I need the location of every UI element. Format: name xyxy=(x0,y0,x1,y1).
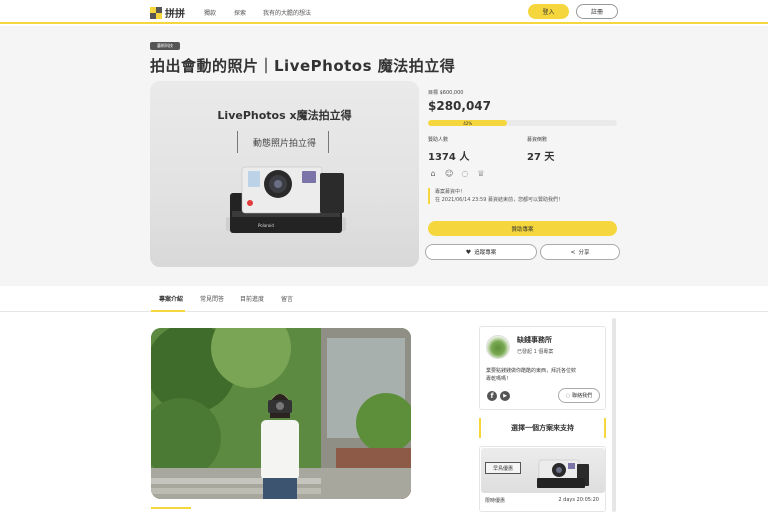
share-button[interactable]: < 分享 xyxy=(540,244,620,260)
youtube-icon[interactable]: ▶ xyxy=(500,391,510,401)
heart-icon: ♥ xyxy=(465,248,472,256)
funding-progress-bar: 42% xyxy=(428,120,617,126)
track-label: 追蹤專案 xyxy=(474,250,497,256)
funding-notice: 專案募資中！ 在 2021/06/14 23:59 募資結束前，您都可以贊助我們… xyxy=(428,188,617,204)
crown-icon: ♕ xyxy=(477,169,485,178)
share-icon: < xyxy=(570,248,576,256)
choose-plan-heading: 選擇一個方案來支持 xyxy=(479,418,606,438)
factory-icon: ⌂ xyxy=(430,169,436,178)
lightbulb-icon: ◌ xyxy=(461,169,469,178)
share-label: 分享 xyxy=(578,250,590,256)
section-accent-line xyxy=(151,507,191,509)
days-left-count: 27 天 xyxy=(527,152,555,163)
backers-label: 贊助人數 xyxy=(428,137,449,143)
tab-progress[interactable]: 目前進度 xyxy=(240,294,264,303)
amount-raised: $280,047 xyxy=(428,99,492,113)
plan-countdown: 2 days 20:05:20 xyxy=(558,497,599,503)
project-feature-icons: ⌂ ☺ ◌ ♕ xyxy=(429,170,485,178)
top-header: 拼拼 獨款 探索 我有的大膽的想法 登入 註冊 xyxy=(0,0,768,24)
funding-goal: 目標 $600,000 xyxy=(428,90,464,96)
creator-bio-line-2: 專乾嗎嗎！ xyxy=(486,376,512,382)
register-button[interactable]: 註冊 xyxy=(576,4,618,19)
facebook-icon[interactable]: f xyxy=(487,391,497,401)
reward-plan-card[interactable]: 早鳥優惠 限時優惠 2 days 20:05:20 xyxy=(479,446,606,512)
story-photo[interactable] xyxy=(151,328,411,499)
creator-bio: 業要點錢錢做你酷酷的東西，拜託各位欸 專乾嗎嗎！ xyxy=(486,367,601,383)
login-button[interactable]: 登入 xyxy=(528,4,569,19)
tab-faq[interactable]: 常見問答 xyxy=(200,294,224,303)
creator-card: 缺錢事務所 已發起 1 個專案 業要點錢錢做你酷酷的東西，拜託各位欸 專乾嗎嗎！… xyxy=(479,326,606,410)
notice-deadline: 在 2021/06/14 23:59 募資結束前，您都可以贊助我們！ xyxy=(435,197,563,203)
project-title: 拍出會動的照片｜LivePhotos 魔法拍立得 xyxy=(150,57,456,75)
nav-link-explore[interactable]: 探索 xyxy=(234,8,246,17)
plan-name: 限時優惠 xyxy=(485,498,506,504)
funding-progress-fill: 42% xyxy=(428,120,508,126)
creator-name[interactable]: 缺錢事務所 xyxy=(517,335,552,345)
notice-status: 專案募資中！ xyxy=(435,189,466,195)
chat-icon: ◌ xyxy=(565,392,571,399)
svg-text:Polaroid: Polaroid xyxy=(258,223,274,228)
active-tab-indicator xyxy=(151,310,185,312)
logo-text: 拼拼 xyxy=(165,9,185,20)
tab-intro[interactable]: 專案介紹 xyxy=(159,294,183,303)
nav-link-creative[interactable]: 獨款 xyxy=(204,8,216,17)
site-logo[interactable]: 拼拼 xyxy=(150,5,185,20)
nav-link-ideas[interactable]: 我有的大膽的想法 xyxy=(263,8,311,17)
creator-bio-line-1: 業要點錢錢做你酷酷的東西，拜託各位欸 xyxy=(486,368,577,374)
creator-project-count: 已發起 1 個專案 xyxy=(517,349,554,355)
logo-icon xyxy=(150,6,162,19)
project-tabs: 專案介紹 常見問答 目前進度 留言 xyxy=(0,286,768,312)
backers-count: 1374 人 xyxy=(428,152,470,163)
contact-button[interactable]: ◌ 聯絡我們 xyxy=(558,388,600,403)
support-project-button[interactable]: 贊助專案 xyxy=(428,221,617,236)
contact-label: 聯絡我們 xyxy=(572,393,593,399)
days-left-label: 募資倒數 xyxy=(527,137,548,143)
category-badge[interactable]: 藝術科技 xyxy=(150,42,180,50)
thumbs-up-icon: ☺ xyxy=(445,169,454,178)
plan-tag: 早鳥優惠 xyxy=(485,462,521,474)
track-project-button[interactable]: ♥ 追蹤專案 xyxy=(425,244,537,260)
story-photo-illustration xyxy=(151,328,411,499)
project-cover-image[interactable]: LivePhotos x魔法拍立得 動態照片拍立得 Polaroid xyxy=(150,81,419,267)
polaroid-camera-illustration: Polaroid xyxy=(226,166,346,233)
tab-comments[interactable]: 留言 xyxy=(281,294,293,303)
sidebar-scrollbar[interactable] xyxy=(612,318,616,512)
creator-avatar[interactable] xyxy=(486,335,510,359)
